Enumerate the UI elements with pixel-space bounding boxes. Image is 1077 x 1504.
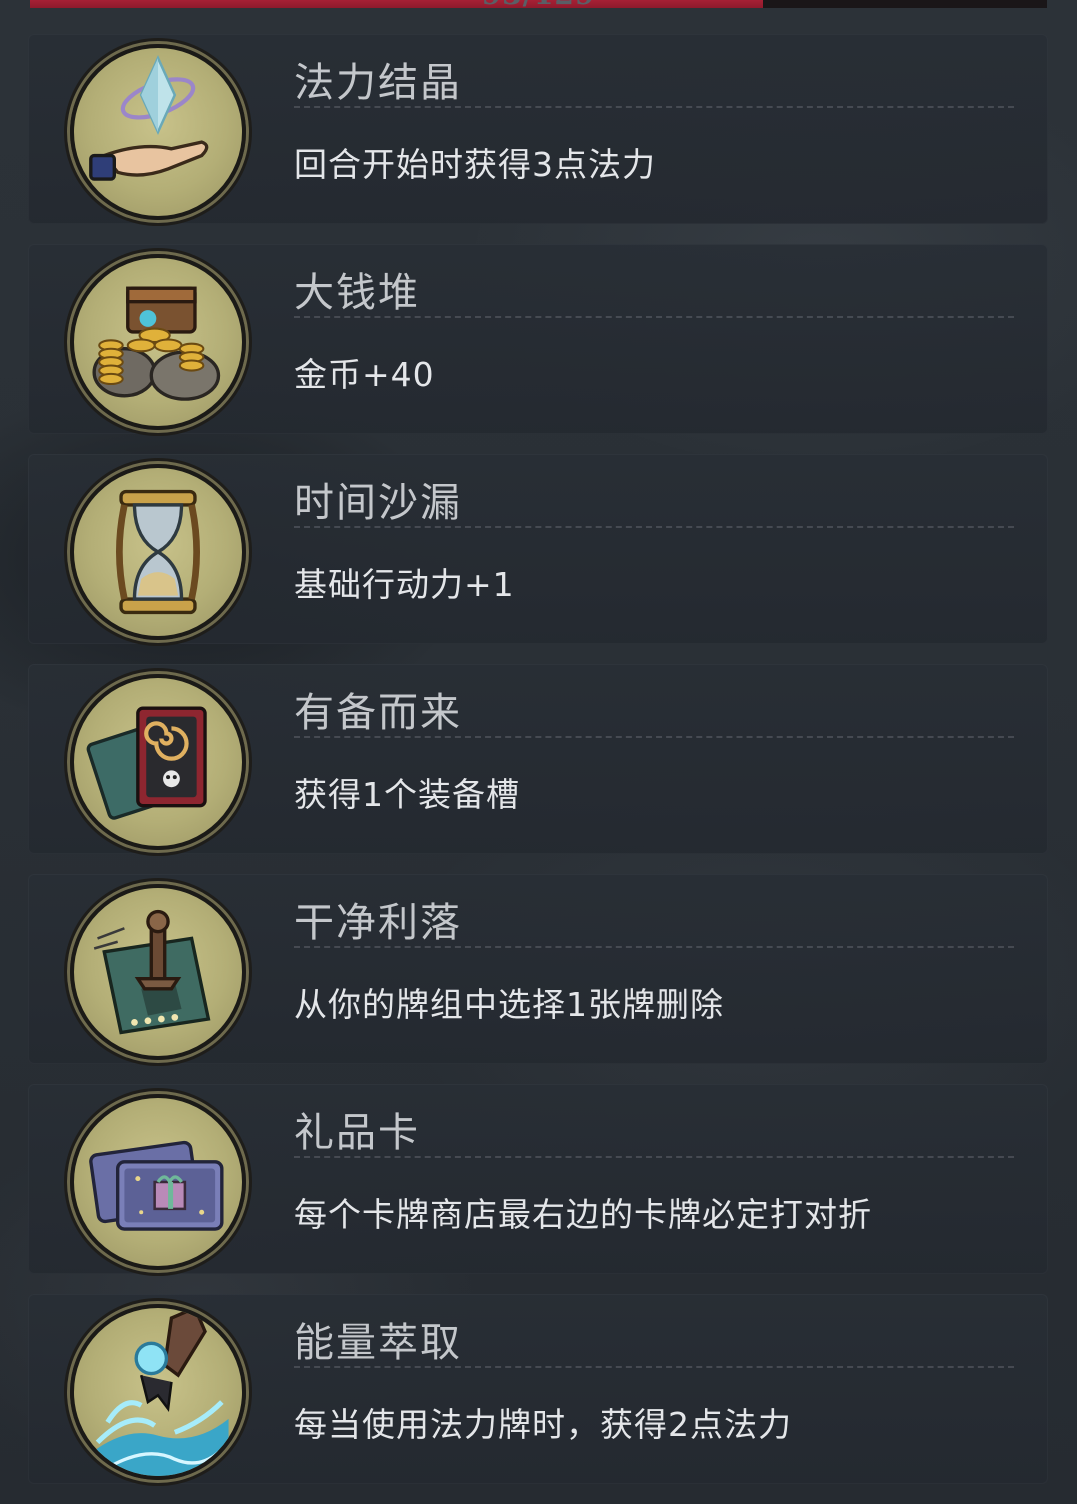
- divider: [294, 1156, 1014, 1158]
- divider: [294, 106, 1014, 108]
- talent-list: 法力结晶 回合开始时获得3点法力 大钱堆 金币+40 时间沙漏 基础行动力+1 …: [28, 34, 1048, 1504]
- talent-card[interactable]: 法力结晶 回合开始时获得3点法力: [28, 34, 1048, 224]
- divider: [294, 946, 1014, 948]
- talent-card[interactable]: 大钱堆 金币+40: [28, 244, 1048, 434]
- talent-name: 大钱堆: [294, 270, 420, 316]
- divider: [294, 1366, 1014, 1368]
- talent-name: 干净利落: [294, 900, 462, 946]
- card-remove-icon: [70, 884, 246, 1060]
- talent-name: 法力结晶: [294, 60, 462, 106]
- talent-desc: 回合开始时获得3点法力: [294, 145, 656, 184]
- divider: [294, 526, 1014, 528]
- talent-desc: 基础行动力+1: [294, 565, 515, 604]
- talent-desc: 从你的牌组中选择1张牌删除: [294, 985, 724, 1024]
- talent-name: 能量萃取: [294, 1320, 462, 1366]
- mana-crystal-icon: [70, 44, 246, 220]
- talent-card[interactable]: 能量萃取 每当使用法力牌时，获得2点法力: [28, 1294, 1048, 1484]
- talent-card[interactable]: 干净利落 从你的牌组中选择1张牌删除: [28, 874, 1048, 1064]
- talent-name: 时间沙漏: [294, 480, 462, 526]
- cards-icon: [70, 674, 246, 850]
- energy-extract-icon: [70, 1304, 246, 1480]
- gift-card-icon: [70, 1094, 246, 1270]
- talent-desc: 每个卡牌商店最右边的卡牌必定打对折: [294, 1195, 872, 1234]
- talent-card[interactable]: 时间沙漏 基础行动力+1: [28, 454, 1048, 644]
- talent-desc: 金币+40: [294, 355, 435, 394]
- talent-desc: 每当使用法力牌时，获得2点法力: [294, 1405, 792, 1444]
- talent-card[interactable]: 礼品卡 每个卡牌商店最右边的卡牌必定打对折: [28, 1084, 1048, 1274]
- talent-name: 有备而来: [294, 690, 462, 736]
- hp-text: 93/129: [0, 0, 1077, 11]
- talent-name: 礼品卡: [294, 1110, 420, 1156]
- divider: [294, 316, 1014, 318]
- divider: [294, 736, 1014, 738]
- gold-pile-icon: [70, 254, 246, 430]
- talent-card[interactable]: 有备而来 获得1个装备槽: [28, 664, 1048, 854]
- hourglass-icon: [70, 464, 246, 640]
- talent-desc: 获得1个装备槽: [294, 775, 520, 814]
